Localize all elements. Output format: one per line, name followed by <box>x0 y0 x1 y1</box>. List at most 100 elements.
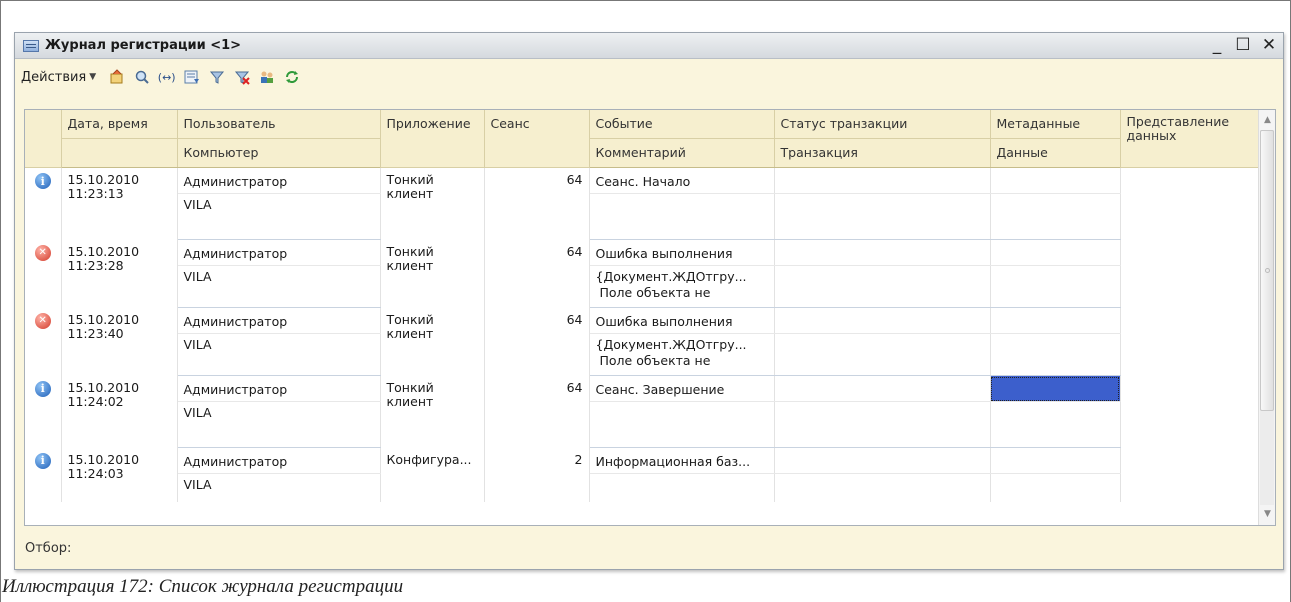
actions-label: Действия <box>21 69 87 85</box>
table-row[interactable]: i 15.10.2010 11:24:03 Администратор Конфи… <box>25 447 1260 502</box>
table-body: i 15.10.2010 11:23:13 Администратор Тонки… <box>25 167 1260 502</box>
status-cell: ✕ <box>25 307 62 376</box>
toolbar: Действия ▼ (↔) <box>21 65 300 89</box>
table-row[interactable]: ✕ 15.10.2010 11:23:28 Администратор Тонки… <box>25 239 1260 308</box>
event-table: Дата, время Пользователь Приложение Сеан… <box>25 110 1260 502</box>
time-text: 11:24:02 <box>67 393 124 409</box>
event-log-table[interactable]: Дата, время Пользователь Приложение Сеан… <box>24 109 1276 526</box>
title-bar[interactable]: Журнал регистрации <1> _ ☐ ✕ <box>15 33 1283 59</box>
error-icon: ✕ <box>34 312 51 329</box>
header-data-presentation[interactable]: Представление данных <box>1120 110 1260 168</box>
metadata-cell <box>990 239 1121 266</box>
table-row[interactable]: ✕ 15.10.2010 11:23:40 Администратор Тонки… <box>25 307 1260 376</box>
header-transaction-status[interactable]: Статус транзакции <box>774 110 991 139</box>
filter-label: Отбор: <box>25 541 72 556</box>
table-row[interactable]: i 15.10.2010 11:23:13 Администратор Тонки… <box>25 167 1260 240</box>
transaction-status-cell <box>774 167 991 194</box>
metadata-cell-selected[interactable] <box>990 375 1121 402</box>
application-cell: Тонкий клиент <box>380 307 485 376</box>
comment-line2: Поле объекта не <box>599 353 711 368</box>
application-line2: клиент <box>386 393 434 409</box>
metadata-cell <box>990 167 1121 194</box>
transaction-status-cell <box>774 307 991 334</box>
status-cell: i <box>25 167 62 240</box>
refresh-icon[interactable] <box>283 69 300 86</box>
data-presentation-cell <box>1120 239 1260 308</box>
header-metadata[interactable]: Метаданные <box>990 110 1121 139</box>
datetime-cell: 15.10.2010 11:23:40 <box>61 307 178 376</box>
header-user[interactable]: Пользователь <box>177 110 381 139</box>
application-line1: Тонкий <box>386 243 434 259</box>
users-icon[interactable] <box>258 69 275 86</box>
date-text: 15.10.2010 <box>67 243 140 259</box>
scrollbar-thumb[interactable] <box>1260 130 1274 411</box>
status-header <box>25 110 62 168</box>
minimize-button[interactable]: _ <box>1209 35 1225 55</box>
goto-icon[interactable]: (↔) <box>158 69 176 86</box>
comment-cell: {Документ.ЖДОтгру... Поле объекта не <box>589 333 775 376</box>
window-title: Журнал регистрации <1> <box>45 38 242 53</box>
application-line2: клиент <box>386 257 434 273</box>
computer-cell: VILA <box>177 333 381 376</box>
application-line1: Конфигура... <box>386 451 472 467</box>
properties-icon[interactable] <box>108 69 125 86</box>
header-datetime[interactable]: Дата, время <box>61 110 178 139</box>
scrollbar-grip-icon <box>1265 268 1270 273</box>
header-comment[interactable]: Комментарий <box>589 138 775 168</box>
date-text: 15.10.2010 <box>67 451 140 467</box>
date-text: 15.10.2010 <box>67 172 140 187</box>
filter-settings-icon[interactable] <box>183 69 200 86</box>
figure-caption: Иллюстрация 172: Список журнала регистра… <box>2 576 404 597</box>
session-cell: 2 <box>484 447 590 502</box>
info-icon: i <box>34 173 51 189</box>
transaction-status-cell <box>774 239 991 266</box>
user-cell: Администратор <box>177 447 381 474</box>
computer-cell: VILA <box>177 473 381 502</box>
session-cell: 64 <box>484 239 590 308</box>
data-presentation-cell <box>1120 447 1260 502</box>
status-cell: i <box>25 447 62 502</box>
clear-filter-icon[interactable] <box>233 69 250 86</box>
error-icon: ✕ <box>34 244 51 261</box>
application-cell: Конфигура... <box>380 447 485 502</box>
close-button[interactable]: ✕ <box>1261 35 1277 55</box>
data-cell <box>990 473 1121 502</box>
filter-icon[interactable] <box>208 69 225 86</box>
comment-line2: Поле объекта не <box>599 285 711 300</box>
header-transaction[interactable]: Транзакция <box>774 138 991 168</box>
transaction-status-cell <box>774 375 991 402</box>
application-line2: клиент <box>386 325 434 341</box>
comment-cell <box>589 193 775 240</box>
user-cell: Администратор <box>177 239 381 266</box>
application-line1: Тонкий <box>386 311 434 327</box>
comment-cell <box>589 473 775 502</box>
header-computer[interactable]: Компьютер <box>177 138 381 168</box>
comment-cell <box>589 401 775 448</box>
application-line1: Тонкий <box>386 379 434 395</box>
scroll-down-arrow-icon[interactable]: ▼ <box>1259 506 1275 523</box>
comment-cell: {Документ.ЖДОтгру... Поле объекта не <box>589 265 775 308</box>
time-text: 11:23:13 <box>67 186 124 201</box>
vertical-scrollbar[interactable]: ▲ ▼ <box>1258 110 1275 525</box>
application-line2: клиент <box>386 186 434 201</box>
info-icon: i <box>34 452 51 469</box>
data-presentation-cell <box>1120 167 1260 240</box>
event-cell: Ошибка выполнения <box>589 307 775 334</box>
metadata-cell <box>990 307 1121 334</box>
info-icon: i <box>34 380 51 397</box>
header-session[interactable]: Сеанс <box>484 110 590 168</box>
table-row-selected[interactable]: i 15.10.2010 11:24:02 Администратор Тонки… <box>25 375 1260 448</box>
transaction-cell <box>774 193 991 240</box>
find-icon[interactable] <box>133 69 150 86</box>
comment-line1: {Документ.ЖДОтгру... <box>595 269 747 284</box>
scroll-up-arrow-icon[interactable]: ▲ <box>1259 112 1275 129</box>
computer-cell: VILA <box>177 401 381 448</box>
user-cell: Администратор <box>177 307 381 334</box>
header-data[interactable]: Данные <box>990 138 1121 168</box>
header-application[interactable]: Приложение <box>380 110 485 168</box>
transaction-cell <box>774 473 991 502</box>
header-event[interactable]: Событие <box>589 110 775 139</box>
actions-menu-button[interactable]: Действия ▼ <box>21 70 96 85</box>
maximize-button[interactable]: ☐ <box>1235 35 1251 55</box>
transaction-status-cell <box>774 447 991 474</box>
